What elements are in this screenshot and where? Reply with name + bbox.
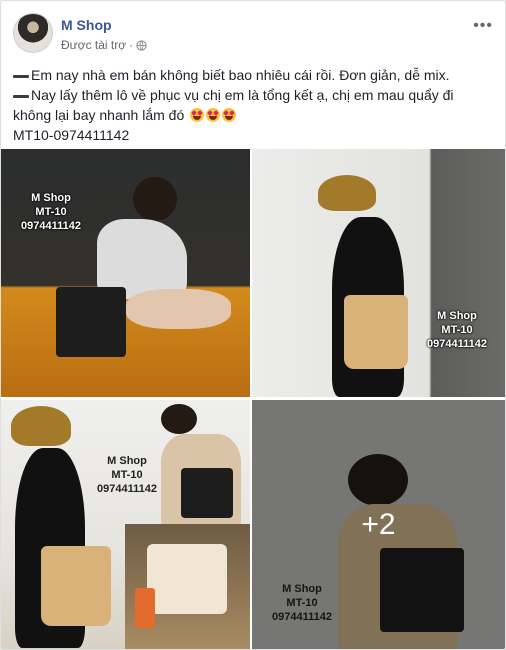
black-bag-image: [181, 468, 233, 518]
message-line-2: Nay lấy thêm lô về phục vụ chị em là tổn…: [13, 87, 454, 123]
tan-bag-image: [344, 295, 408, 369]
dash-icon: [13, 94, 29, 98]
model-legs: [126, 289, 231, 329]
page-avatar[interactable]: [13, 13, 53, 53]
model-head: [133, 177, 177, 221]
meta-separator: ·: [129, 38, 134, 52]
heart-eyes-emoji-icon: [206, 108, 221, 122]
photo-1[interactable]: M Shop MT-10 0974411142: [1, 149, 250, 397]
photo-2[interactable]: M Shop MT-10 0974411142: [252, 149, 505, 397]
cream-bag-image: [147, 544, 227, 614]
watermark: M Shop MT-10 0974411142: [21, 192, 81, 232]
sponsored-label[interactable]: Được tài trợ: [61, 38, 126, 52]
sponsored-post: M Shop Được tài trợ · ••• Em nay nhà em …: [0, 0, 506, 650]
post-message: Em nay nhà em bán không biết bao nhiêu c…: [13, 65, 493, 145]
more-options-icon[interactable]: •••: [473, 17, 493, 35]
dash-icon: [13, 74, 29, 78]
heart-eyes-emoji-icon: [190, 108, 205, 122]
photo-3[interactable]: M Shop MT-10 0974411142: [1, 400, 250, 649]
watermark: M Shop MT-10 0974411142: [427, 310, 487, 350]
globe-icon[interactable]: [136, 39, 147, 51]
drink-cup-image: [135, 588, 155, 628]
photo-4[interactable]: M Shop MT-10 0974411142 +2: [252, 400, 505, 649]
hat-image: [11, 406, 71, 446]
more-photos-count: +2: [361, 507, 396, 541]
tan-bag-image: [41, 546, 111, 626]
message-line-1: Em nay nhà em bán không biết bao nhiêu c…: [13, 65, 493, 85]
hat-image: [318, 175, 376, 211]
model-head: [161, 404, 197, 434]
more-photos-overlay[interactable]: +2: [252, 400, 505, 649]
photo-grid: M Shop MT-10 0974411142 M Shop MT-10 097…: [1, 149, 505, 649]
inset-photo: [125, 524, 250, 649]
post-header: M Shop Được tài trợ · •••: [13, 13, 493, 57]
black-bag-image: [56, 287, 126, 357]
heart-eyes-emoji-icon: [222, 108, 237, 122]
message-line-3: MT10-0974411142: [13, 127, 130, 143]
page-name-link[interactable]: M Shop: [61, 17, 112, 33]
watermark: M Shop MT-10 0974411142: [97, 455, 157, 495]
sponsored-meta: Được tài trợ ·: [61, 38, 147, 52]
